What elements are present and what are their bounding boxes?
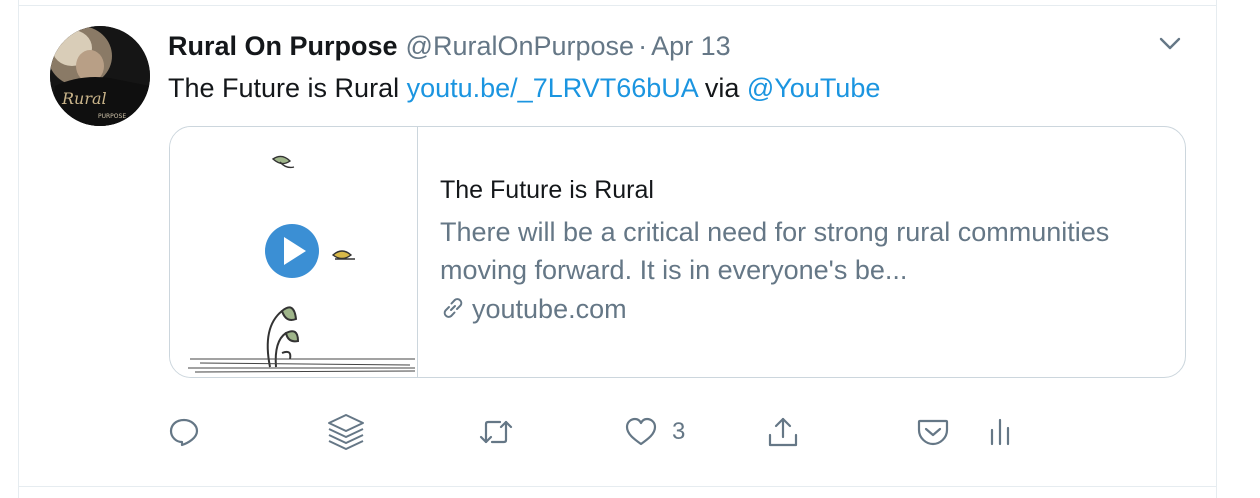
leaf-illustration-right	[331, 250, 355, 260]
retweet-button[interactable]	[478, 410, 514, 454]
avatar-logo-subtext: PURPOSE	[98, 113, 126, 120]
avatar-logo-text: Rural	[61, 89, 107, 108]
layers-button[interactable]	[326, 410, 366, 454]
pocket-button[interactable]	[916, 410, 950, 454]
heart-icon	[625, 417, 657, 446]
tweet-link[interactable]: youtu.be/_7LRVT66bUA	[407, 73, 698, 103]
card-thumbnail-illustration	[188, 155, 416, 373]
card-thumbnail[interactable]	[170, 127, 418, 377]
card-title[interactable]: The Future is Rural	[440, 173, 1160, 207]
author-handle[interactable]: @RuralOnPurpose	[406, 31, 635, 61]
analytics-button[interactable]	[986, 410, 1014, 454]
reply-button[interactable]	[168, 410, 200, 454]
pocket-icon	[917, 419, 949, 446]
ground-lines	[188, 358, 416, 373]
reply-icon	[169, 418, 199, 447]
link-icon	[443, 298, 463, 318]
card-domain-row: youtube.com	[440, 291, 1160, 327]
tweet-date[interactable]: Apr 13	[651, 31, 731, 61]
tweet-header: Rural On Purpose @RuralOnPurpose · Apr 13	[168, 28, 731, 64]
frame-right-border	[1216, 0, 1217, 498]
link-card[interactable]: The Future is Rural There will be a crit…	[169, 126, 1186, 378]
frame-left-border	[18, 0, 19, 498]
analytics-icon	[990, 418, 1010, 446]
tweet-text: The Future is Rural youtu.be/_7LRVT66bUA…	[168, 70, 880, 106]
avatar[interactable]: Rural PURPOSE	[50, 26, 150, 126]
avatar-image: Rural PURPOSE	[50, 26, 150, 126]
like-button[interactable]: 3	[624, 410, 685, 454]
header-separator: ·	[638, 31, 648, 61]
action-bar: 3	[168, 410, 1208, 454]
sprout-illustration	[266, 306, 300, 368]
retweet-icon	[479, 420, 513, 444]
chevron-down-icon[interactable]	[1156, 30, 1184, 58]
card-domain: youtube.com	[472, 294, 627, 324]
frame-top-border	[18, 5, 1217, 6]
like-count: 3	[672, 418, 686, 445]
tweet-mention[interactable]: @YouTube	[747, 73, 881, 103]
tweet-text-prefix: The Future is Rural	[168, 73, 407, 103]
play-button-icon	[265, 224, 319, 278]
layers-icon	[328, 414, 364, 450]
share-button[interactable]	[766, 410, 800, 454]
share-icon	[768, 417, 798, 447]
leaf-illustration-top	[271, 155, 295, 169]
card-body: The Future is Rural There will be a crit…	[440, 173, 1160, 327]
card-description: There will be a critical need for strong…	[440, 217, 1110, 285]
frame-bottom-border	[18, 486, 1217, 487]
author-name[interactable]: Rural On Purpose	[168, 31, 398, 61]
tweet-text-via: via	[697, 73, 747, 103]
